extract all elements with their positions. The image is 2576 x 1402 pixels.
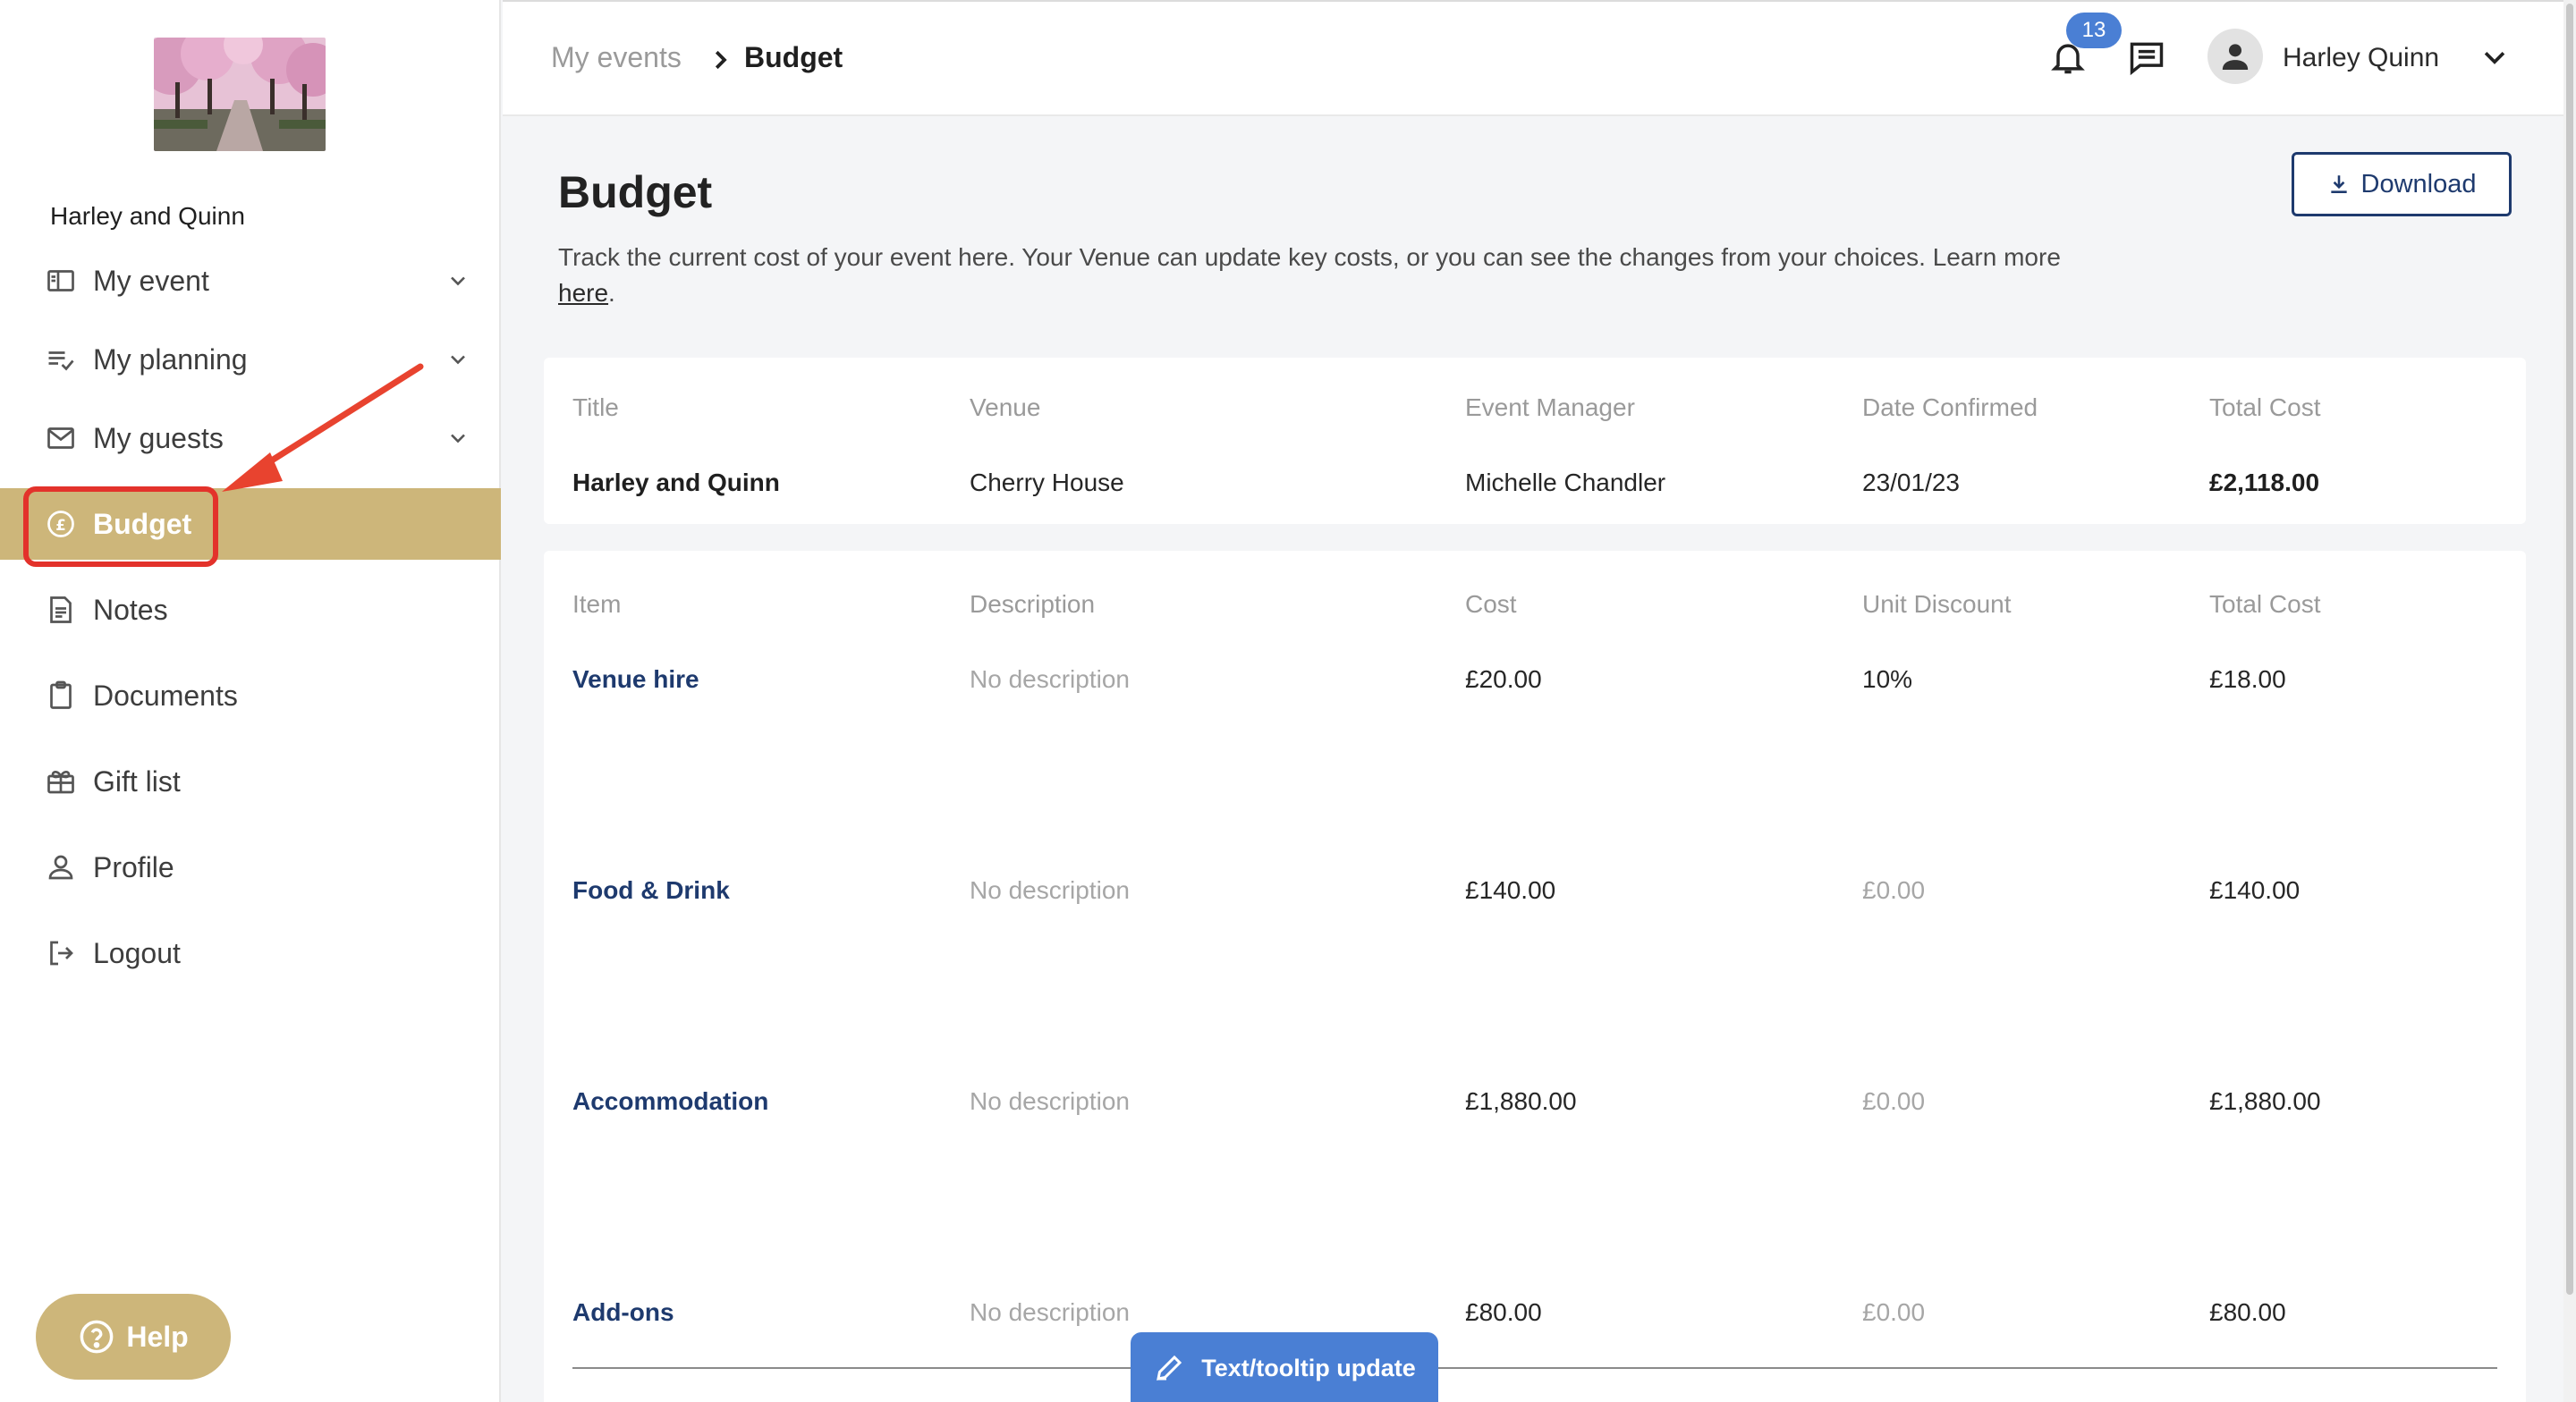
- text-tooltip-update-button[interactable]: Text/tooltip update: [1131, 1332, 1438, 1402]
- gift-icon: [43, 764, 79, 799]
- download-label: Download: [2360, 169, 2477, 198]
- download-icon: [2330, 175, 2347, 193]
- table-divider: [572, 1367, 2497, 1369]
- summary-header-event-manager: Event Manager: [1465, 393, 1635, 421]
- avatar[interactable]: [2207, 29, 2263, 84]
- annotation-highlight-box: [23, 486, 218, 567]
- notification-badge: 13: [2066, 13, 2122, 48]
- clipboard-icon: [43, 678, 79, 714]
- tooltip-button-label: Text/tooltip update: [1201, 1354, 1416, 1381]
- item-unit-discount: £0.00: [1862, 876, 1926, 904]
- items-header-unit-discount: Unit Discount: [1862, 590, 2012, 618]
- mail-icon: [43, 420, 79, 456]
- summary-value-total-cost: £2,118.00: [2209, 469, 2320, 496]
- venue-image: [154, 38, 326, 151]
- items-header-total-cost: Total Cost: [2209, 590, 2321, 618]
- chat-icon[interactable]: [2127, 38, 2166, 77]
- sidebar: Harley and Quinn My event My planning My…: [0, 0, 501, 1402]
- sidebar-item-profile[interactable]: Profile: [0, 832, 501, 903]
- sidebar-item-logout[interactable]: Logout: [0, 917, 501, 989]
- download-button[interactable]: Download: [2292, 152, 2512, 216]
- item-name-link[interactable]: Accommodation: [572, 1087, 768, 1116]
- user-name[interactable]: Harley Quinn: [2283, 43, 2439, 73]
- item-total-cost: £1,880.00: [2209, 1087, 2321, 1115]
- item-total-cost: £80.00: [2209, 1298, 2286, 1326]
- scrollbar-thumb[interactable]: [2566, 4, 2573, 1295]
- event-summary-card: Title Venue Event Manager Date Confirmed…: [544, 358, 2526, 524]
- chevron-down-icon[interactable]: [445, 347, 470, 372]
- summary-value-event-manager: Michelle Chandler: [1465, 469, 1666, 496]
- sidebar-item-label: Profile: [93, 850, 174, 883]
- sidebar-item-label: Notes: [93, 593, 168, 626]
- item-unit-discount: £0.00: [1862, 1298, 1926, 1326]
- item-total-cost: £18.00: [2209, 665, 2286, 693]
- breadcrumb-my-events[interactable]: My events: [551, 41, 682, 74]
- learn-more-link[interactable]: here: [558, 279, 608, 307]
- summary-value-title: Harley and Quinn: [572, 469, 780, 496]
- item-description: No description: [970, 665, 1130, 693]
- items-header-item: Item: [572, 590, 622, 618]
- item-unit-discount: £0.00: [1862, 1087, 1926, 1115]
- sidebar-item-notes[interactable]: Notes: [0, 574, 501, 646]
- item-cost: £20.00: [1465, 665, 1542, 693]
- sidebar-item-my-event[interactable]: My event: [0, 245, 501, 317]
- item-description: No description: [970, 876, 1130, 904]
- item-description: No description: [970, 1298, 1130, 1326]
- event-name: Harley and Quinn: [50, 202, 245, 230]
- chevron-down-icon[interactable]: [445, 268, 470, 293]
- note-icon: [43, 592, 79, 628]
- description-text: Track the current cost of your event her…: [558, 243, 2061, 271]
- description-end: .: [608, 279, 615, 307]
- item-total-cost: £140.00: [2209, 876, 2301, 904]
- item-cost: £140.00: [1465, 876, 1556, 904]
- top-header: My events Budget 13 Harley Quinn: [503, 0, 2563, 116]
- sidebar-item-label: Documents: [93, 679, 238, 712]
- page-title: Budget: [558, 167, 713, 217]
- item-name-link[interactable]: Venue hire: [572, 665, 699, 694]
- breadcrumb-current: Budget: [744, 41, 843, 73]
- help-label: Help: [126, 1320, 189, 1353]
- help-button[interactable]: Help: [36, 1294, 231, 1380]
- pencil-icon: [1157, 1355, 1182, 1381]
- sidebar-item-label: My event: [93, 264, 209, 297]
- annotation-arrow-icon: [222, 363, 424, 492]
- page-scrollbar[interactable]: [2563, 0, 2576, 1402]
- items-header-cost: Cost: [1465, 590, 1517, 618]
- sidebar-item-documents[interactable]: Documents: [0, 660, 501, 731]
- summary-value-venue: Cherry House: [970, 469, 1124, 496]
- sidebar-item-gift-list[interactable]: Gift list: [0, 746, 501, 817]
- summary-value-date-confirmed: 23/01/23: [1862, 469, 1960, 496]
- user-icon: [2222, 44, 2249, 70]
- page-description: Track the current cost of your event her…: [558, 240, 2240, 311]
- sidebar-item-label: Logout: [93, 936, 181, 969]
- user-icon: [43, 849, 79, 885]
- layout-icon: [43, 263, 79, 299]
- item-cost: £80.00: [1465, 1298, 1542, 1326]
- summary-header-venue: Venue: [970, 393, 1041, 421]
- chevron-down-icon[interactable]: [2479, 43, 2510, 73]
- item-description: No description: [970, 1087, 1130, 1115]
- summary-header-title: Title: [572, 393, 619, 421]
- items-header-description: Description: [970, 590, 1096, 618]
- item-name-link[interactable]: Food & Drink: [572, 876, 730, 905]
- item-unit-discount: 10%: [1862, 665, 1913, 693]
- checklist-icon: [43, 342, 79, 377]
- sidebar-item-label: Gift list: [93, 764, 181, 798]
- sidebar-item-label: My guests: [93, 421, 224, 454]
- summary-header-total-cost: Total Cost: [2209, 393, 2321, 421]
- logout-icon: [43, 935, 79, 971]
- summary-header-date-confirmed: Date Confirmed: [1862, 393, 2038, 421]
- question-circle-icon: [80, 1320, 114, 1354]
- item-cost: £1,880.00: [1465, 1087, 1577, 1115]
- chevron-down-icon[interactable]: [445, 426, 470, 451]
- item-name-link[interactable]: Add-ons: [572, 1298, 674, 1327]
- budget-items-card: Item Description Cost Unit Discount Tota…: [544, 551, 2526, 1402]
- chevron-right-icon: [715, 50, 727, 70]
